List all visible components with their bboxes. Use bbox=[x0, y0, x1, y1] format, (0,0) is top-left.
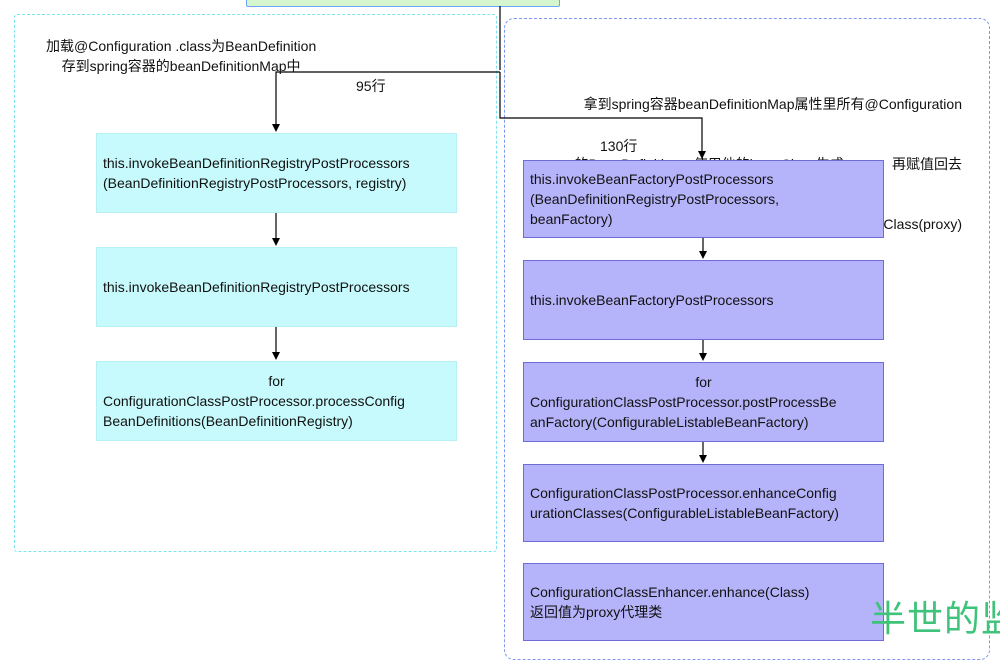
left-group-note: 加载@Configuration .class为BeanDefinition 存到… bbox=[46, 38, 317, 74]
watermark-text: 半世的监 bbox=[870, 599, 1000, 640]
box-text-line: beanFactory) bbox=[530, 211, 613, 227]
box-text-line: BeanDefinitions(BeanDefinitionRegistry) bbox=[103, 413, 353, 429]
right-line-label: 130行 bbox=[600, 138, 638, 154]
box-text-line: for bbox=[268, 373, 285, 389]
box-text-line: (BeanDefinitionRegistryPostProcessors, bbox=[530, 191, 779, 207]
box-text-line: ConfigurationClassPostProcessor.postProc… bbox=[530, 394, 837, 410]
box-text-line: (BeanDefinitionRegistryPostProcessors, r… bbox=[103, 175, 407, 191]
left-box-invoke-registry-postprocessors: this.invokeBeanDefinitionRegistryPostPro… bbox=[96, 133, 457, 213]
box-text-line: this.invokeBeanDefinitionRegistryPostPro… bbox=[103, 279, 410, 295]
right-box-invoke-beanfactory-postprocessors: this.invokeBeanFactoryPostProcessors (Be… bbox=[523, 160, 884, 238]
box-text-line: for bbox=[695, 374, 712, 390]
box-text-line: this.invokeBeanFactoryPostProcessors bbox=[530, 171, 774, 187]
box-text-line: anFactory(ConfigurableListableBeanFactor… bbox=[530, 414, 809, 430]
left-box-invoke-registry-postprocessors-inner: this.invokeBeanDefinitionRegistryPostPro… bbox=[96, 247, 457, 327]
box-text-line: urationClasses(ConfigurableListableBeanF… bbox=[530, 505, 839, 521]
right-box-invoke-beanfactory-postprocessors-inner: this.invokeBeanFactoryPostProcessors bbox=[523, 260, 884, 340]
left-line-label: 95行 bbox=[356, 78, 386, 94]
box-text-line: this.invokeBeanFactoryPostProcessors bbox=[530, 292, 774, 308]
connector-to-left-group bbox=[272, 71, 500, 132]
right-box-enhancer-enhance: ConfigurationClassEnhancer.enhance(Class… bbox=[523, 563, 884, 641]
left-box-process-config-bean-definitions: for ConfigurationClassPostProcessor.proc… bbox=[96, 361, 457, 441]
right-box-post-process-bean-factory: for ConfigurationClassPostProcessor.post… bbox=[523, 362, 884, 442]
right-box-enhance-configuration-classes: ConfigurationClassPostProcessor.enhanceC… bbox=[523, 464, 884, 542]
box-text-line: 返回值为proxy代理类 bbox=[530, 604, 663, 620]
box-text-line: ConfigurationClassPostProcessor.enhanceC… bbox=[530, 485, 837, 501]
box-text-line: ConfigurationClassEnhancer.enhance(Class… bbox=[530, 584, 810, 600]
box-text-line: this.invokeBeanDefinitionRegistryPostPro… bbox=[103, 155, 410, 171]
box-text-line: ConfigurationClassPostProcessor.processC… bbox=[103, 393, 405, 409]
